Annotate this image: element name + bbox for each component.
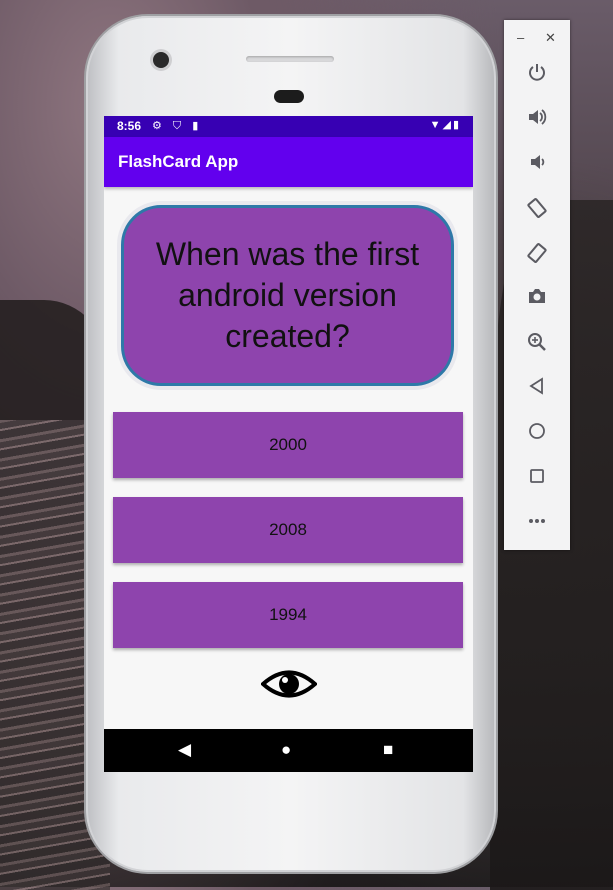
minimize-icon[interactable]: –: [517, 30, 524, 45]
proximity-sensor: [274, 90, 304, 103]
zoom-icon[interactable]: [504, 332, 570, 358]
device-screen: 8:56 ⚙ ⛉ ▮ ▼◢▮ FlashCard App When was th…: [104, 116, 473, 772]
earpiece-speaker: [246, 56, 334, 62]
status-time: 8:56: [117, 119, 142, 133]
question-card[interactable]: When was the first android version creat…: [121, 205, 454, 386]
nav-overview-icon[interactable]: ■: [383, 740, 393, 760]
answer-button-1[interactable]: 2000: [113, 412, 463, 478]
answer-label: 1994: [269, 605, 307, 624]
app-title: FlashCard App: [118, 152, 239, 171]
answer-button-3[interactable]: 1994: [113, 582, 463, 648]
emulator-toolbar: – ✕: [504, 20, 570, 550]
rotate-right-icon[interactable]: [504, 242, 570, 270]
rotate-left-icon[interactable]: [504, 197, 570, 225]
answer-label: 2008: [269, 520, 307, 539]
home-icon[interactable]: [504, 422, 570, 446]
back-icon[interactable]: [504, 377, 570, 401]
phone-frame: 8:56 ⚙ ⛉ ▮ ▼◢▮ FlashCard App When was th…: [86, 16, 496, 872]
navigation-bar: ◀ ● ■: [104, 729, 473, 772]
nav-back-icon[interactable]: ◀: [178, 740, 191, 760]
status-notification-icons: ⚙ ⛉ ▮: [152, 120, 203, 132]
question-text: When was the first android version creat…: [155, 236, 420, 354]
answer-label: 2000: [269, 435, 307, 454]
overview-icon[interactable]: [504, 467, 570, 491]
app-bar: FlashCard App: [104, 137, 473, 187]
status-bar: 8:56 ⚙ ⛉ ▮ ▼◢▮: [104, 116, 473, 137]
front-camera: [153, 52, 169, 68]
power-icon[interactable]: [504, 62, 570, 88]
status-system-icons: ▼◢▮: [429, 119, 461, 131]
answer-button-2[interactable]: 2008: [113, 497, 463, 563]
nav-home-icon[interactable]: ●: [281, 740, 291, 760]
camera-icon[interactable]: [504, 287, 570, 311]
close-icon[interactable]: ✕: [545, 30, 556, 46]
more-icon[interactable]: [504, 510, 570, 532]
volume-up-icon[interactable]: [504, 107, 570, 133]
volume-down-icon[interactable]: [504, 152, 570, 178]
eye-icon[interactable]: [261, 667, 317, 701]
